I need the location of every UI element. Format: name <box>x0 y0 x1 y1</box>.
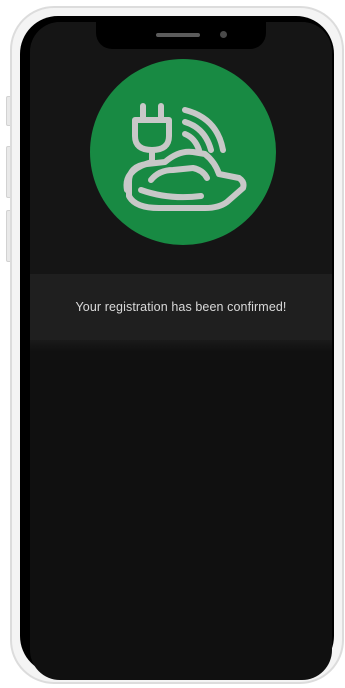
speaker-grille <box>156 33 200 37</box>
notch <box>96 22 266 49</box>
front-camera <box>220 31 227 38</box>
confirmation-message: Your registration has been confirmed! <box>75 300 287 314</box>
app-screen: Your registration has been confirmed! <box>30 22 332 680</box>
app-logo <box>89 58 277 246</box>
banner-shadow <box>30 340 332 352</box>
device-stage: Your registration has been confirmed! <box>0 0 345 688</box>
ev-charger-plug-car-icon <box>90 59 276 245</box>
confirmation-banner: Your registration has been confirmed! <box>30 274 332 340</box>
